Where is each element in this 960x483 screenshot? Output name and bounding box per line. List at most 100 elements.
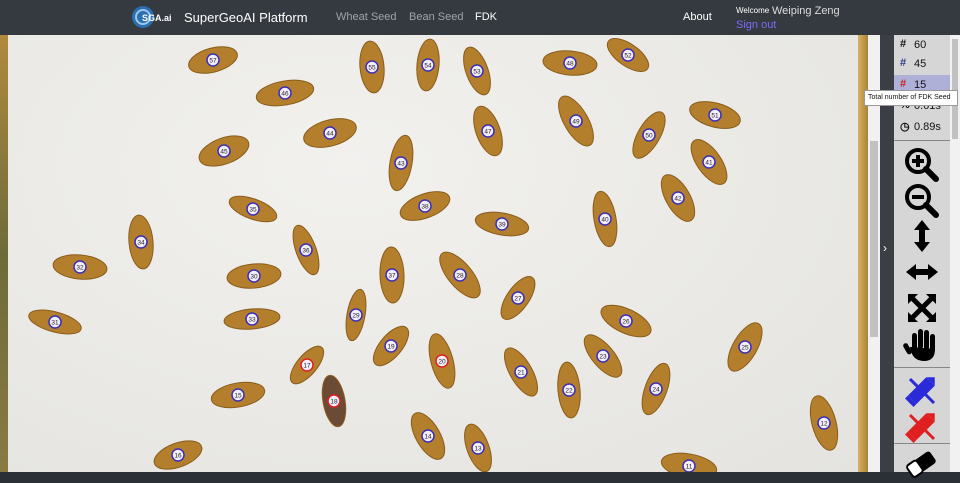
seed-33[interactable]: 33 bbox=[223, 307, 281, 332]
seed-14[interactable]: 14 bbox=[405, 407, 452, 464]
seed-24[interactable]: 24 bbox=[636, 360, 675, 418]
image-scrollbar-thumb[interactable] bbox=[870, 141, 878, 337]
seed-39[interactable]: 39 bbox=[474, 208, 531, 239]
seed-number: 51 bbox=[711, 113, 719, 120]
mark-fdk-seed-icon[interactable] bbox=[902, 407, 942, 445]
seed-number: 30 bbox=[250, 274, 258, 281]
seed-57[interactable]: 57 bbox=[186, 42, 241, 78]
seed-number: 52 bbox=[624, 53, 632, 60]
eraser-icon[interactable] bbox=[902, 445, 942, 483]
fit-width-icon[interactable] bbox=[902, 253, 942, 291]
pan-hand-icon[interactable] bbox=[902, 325, 942, 363]
nav-about[interactable]: About bbox=[683, 11, 712, 23]
seed-number: 49 bbox=[572, 119, 580, 126]
seed-23[interactable]: 23 bbox=[578, 329, 628, 383]
seed-number: 13 bbox=[474, 446, 482, 453]
seed-number: 18 bbox=[330, 399, 338, 406]
seed-number: 26 bbox=[622, 319, 630, 326]
seed-46[interactable]: 46 bbox=[254, 76, 315, 110]
seed-20[interactable]: 20 bbox=[424, 331, 460, 391]
seed-51[interactable]: 51 bbox=[687, 97, 743, 134]
fit-height-icon[interactable] bbox=[902, 217, 942, 255]
seed-annotations: 57 46 45 44 55 54 53 48 52 47 49 50 51 41 43 38 39 40 42 35… bbox=[26, 35, 843, 472]
zoom-in-icon[interactable] bbox=[902, 145, 942, 183]
stat-time: ◷ 0.89s bbox=[894, 117, 950, 137]
seed-49[interactable]: 49 bbox=[552, 91, 601, 151]
seed-15[interactable]: 15 bbox=[209, 378, 266, 411]
seed-number: 38 bbox=[421, 204, 429, 211]
seed-number: 20 bbox=[438, 359, 446, 366]
seed-number: 41 bbox=[705, 160, 713, 167]
seed-22[interactable]: 22 bbox=[556, 361, 583, 419]
stat-value: 60 bbox=[914, 39, 927, 51]
mark-good-seed-icon[interactable] bbox=[902, 371, 942, 409]
expand-all-icon[interactable] bbox=[902, 289, 942, 327]
seed-21[interactable]: 21 bbox=[498, 343, 544, 401]
seed-47[interactable]: 47 bbox=[468, 102, 508, 159]
sga-logo[interactable]: SGA.ai bbox=[130, 4, 174, 30]
seed-41[interactable]: 41 bbox=[684, 134, 733, 190]
seed-17[interactable]: 17 bbox=[285, 341, 330, 389]
seed-29[interactable]: 29 bbox=[343, 288, 370, 342]
seed-number: 25 bbox=[741, 345, 749, 352]
seed-number: 50 bbox=[645, 133, 653, 140]
seed-number: 35 bbox=[249, 207, 257, 214]
seed-31[interactable]: 31 bbox=[26, 305, 83, 338]
seed-32[interactable]: 32 bbox=[52, 253, 108, 282]
seed-number: 21 bbox=[517, 370, 525, 377]
seed-image-canvas[interactable]: 57 46 45 44 55 54 53 48 52 47 49 50 51 41 43 38 39 40 42 35… bbox=[8, 35, 858, 472]
seed-number: 23 bbox=[599, 354, 607, 361]
nav-wheat-seed[interactable]: Wheat Seed bbox=[336, 11, 397, 23]
seed-number: 44 bbox=[326, 131, 334, 138]
seed-27[interactable]: 27 bbox=[495, 271, 542, 325]
seed-25[interactable]: 25 bbox=[721, 318, 769, 377]
seed-43[interactable]: 43 bbox=[385, 134, 416, 193]
seed-number: 34 bbox=[137, 240, 145, 247]
divider bbox=[894, 443, 950, 444]
seed-55[interactable]: 55 bbox=[358, 40, 386, 94]
seed-13[interactable]: 13 bbox=[459, 421, 497, 472]
seed-45[interactable]: 45 bbox=[195, 130, 253, 172]
seed-50[interactable]: 50 bbox=[626, 107, 671, 163]
seed-19[interactable]: 19 bbox=[367, 321, 415, 372]
seed-number: 16 bbox=[174, 453, 182, 460]
seed-30[interactable]: 30 bbox=[226, 262, 282, 291]
seed-number: 15 bbox=[234, 393, 242, 400]
zoom-out-icon[interactable] bbox=[902, 181, 942, 219]
seed-40[interactable]: 40 bbox=[589, 190, 620, 249]
stat-sound-seeds: #45 bbox=[894, 54, 950, 74]
seed-28[interactable]: 28 bbox=[433, 246, 487, 304]
seed-35[interactable]: 35 bbox=[226, 191, 280, 227]
brand-title[interactable]: SuperGeoAI Platform bbox=[184, 10, 308, 25]
tool-panel-scrollbar-thumb[interactable] bbox=[952, 39, 958, 139]
seed-11[interactable]: 11 bbox=[659, 449, 718, 472]
seed-48[interactable]: 48 bbox=[542, 49, 598, 78]
seed-52[interactable]: 52 bbox=[602, 35, 654, 78]
seed-54[interactable]: 54 bbox=[415, 38, 441, 92]
seed-number: 54 bbox=[424, 63, 432, 70]
seed-number: 46 bbox=[281, 91, 289, 98]
stat-total-seeds: #60 bbox=[894, 35, 950, 55]
seed-44[interactable]: 44 bbox=[301, 113, 360, 152]
seed-36[interactable]: 36 bbox=[288, 222, 325, 278]
seed-18[interactable]: 18 bbox=[319, 373, 350, 428]
seed-16[interactable]: 16 bbox=[150, 435, 205, 472]
logo-text: SGA.ai bbox=[142, 13, 172, 23]
seed-12[interactable]: 12 bbox=[805, 393, 843, 453]
divider bbox=[894, 140, 950, 141]
seed-34[interactable]: 34 bbox=[127, 214, 156, 270]
seed-number: 32 bbox=[76, 265, 84, 272]
seed-42[interactable]: 42 bbox=[655, 169, 702, 226]
seed-37[interactable]: 37 bbox=[379, 246, 405, 304]
signout-link[interactable]: Sign out bbox=[736, 19, 776, 31]
seed-26[interactable]: 26 bbox=[596, 299, 655, 344]
nav-fdk[interactable]: FDK bbox=[475, 11, 497, 23]
seed-38[interactable]: 38 bbox=[396, 186, 453, 226]
seed-number: 11 bbox=[686, 464, 693, 471]
seed-number: 45 bbox=[220, 149, 228, 156]
hash-icon: # bbox=[900, 57, 907, 69]
chevron-right-icon: › bbox=[883, 241, 887, 255]
background-strip-left bbox=[0, 35, 8, 472]
nav-bean-seed[interactable]: Bean Seed bbox=[409, 11, 463, 23]
seed-53[interactable]: 53 bbox=[458, 44, 496, 99]
